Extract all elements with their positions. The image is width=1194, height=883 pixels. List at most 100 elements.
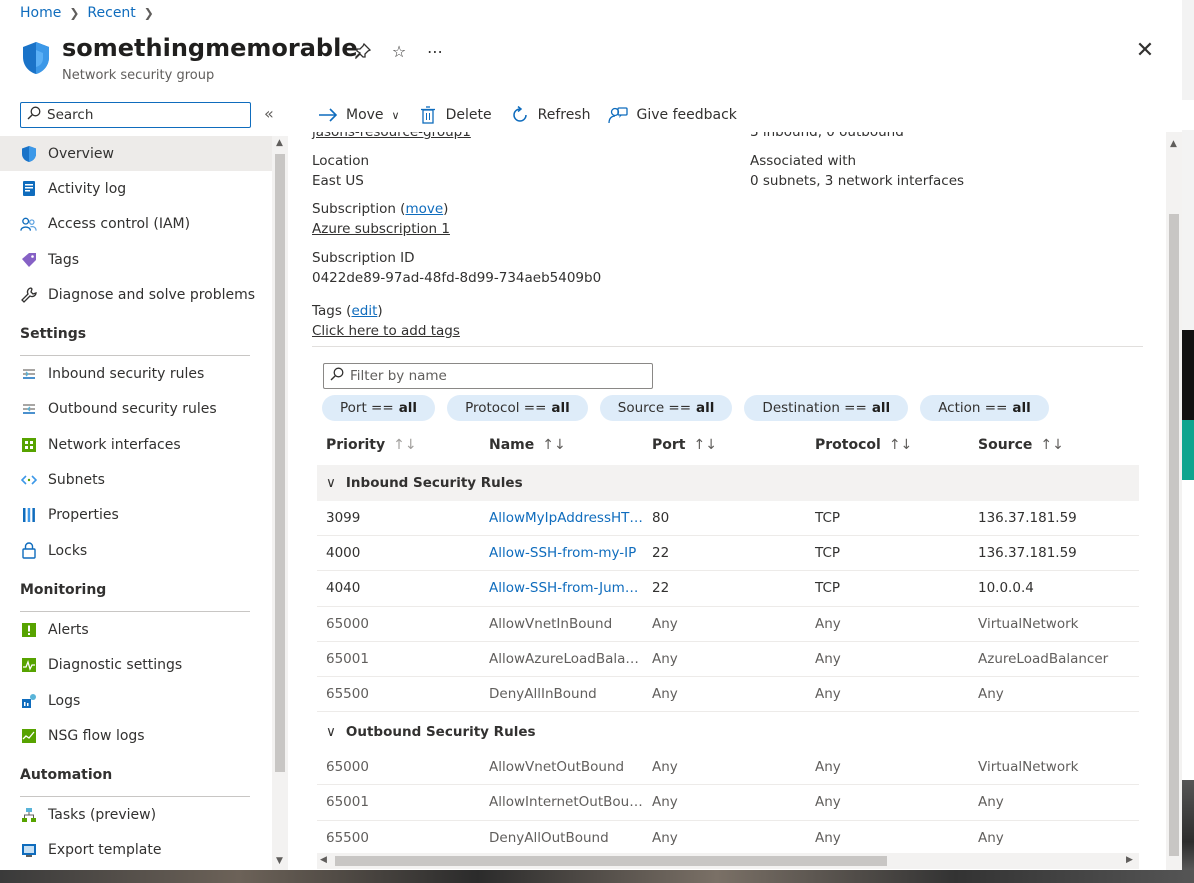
sort-icon[interactable]: ↑↓ <box>393 437 416 453</box>
filter-pill-destination[interactable]: Destination == all <box>744 395 909 421</box>
cell-port: Any <box>652 794 678 811</box>
nav-search-input[interactable] <box>47 107 237 123</box>
security-rules-value: 3 inbound, 0 outbound <box>750 132 904 140</box>
security-rules-grid: Priority ↑↓ Name ↑↓ Port ↑↓ Protocol ↑↓ Source ↑↓… <box>317 427 1139 856</box>
content-vertical-scrollbar[interactable]: ▲ <box>1166 132 1182 870</box>
add-tags-link[interactable]: Click here to add tags <box>312 323 460 339</box>
sidebar-item-diagnostic-settings[interactable]: Diagnostic settings <box>0 648 272 683</box>
close-icon[interactable]: ✕ <box>1134 40 1156 62</box>
grid-horizontal-scrollbar[interactable]: ◀ ▶ <box>317 853 1139 869</box>
sidebar-item-alerts[interactable]: Alerts <box>0 612 272 647</box>
sort-icon[interactable]: ↑↓ <box>693 437 716 453</box>
column-header-label: Name <box>489 437 535 453</box>
nav-scrollbar[interactable]: ▲ ▼ <box>272 136 288 870</box>
sidebar-item-tasks-preview[interactable]: Tasks (preview) <box>0 797 272 832</box>
properties-icon <box>20 507 37 524</box>
tag-icon <box>20 251 37 268</box>
filter-box[interactable] <box>323 363 653 389</box>
cell-name: DenyAllInBound <box>489 686 597 703</box>
tags-edit-link[interactable]: edit <box>351 303 377 319</box>
sidebar-item-export-template[interactable]: Export template <box>0 833 272 868</box>
associated-with-value: 0 subnets, 3 network interfaces <box>750 173 965 189</box>
nav-scroll-thumb[interactable] <box>275 154 285 772</box>
cell-port: Any <box>652 615 678 632</box>
sidebar-item-logs[interactable]: Logs <box>0 683 272 718</box>
filter-pill-port[interactable]: Port == all <box>322 395 436 421</box>
tasks-icon <box>20 807 37 824</box>
resource-group-link[interactable]: jasons-resource-group1 <box>312 132 471 140</box>
table-row: 3099 AllowMyIpAddressHT… 80 TCP 136.37.181.5… <box>317 501 1139 537</box>
rule-name-link[interactable]: Allow-SSH-from-Jump… <box>480 580 643 596</box>
sort-icon[interactable]: ↑↓ <box>542 437 565 453</box>
column-header-priority[interactable]: Priority ↑↓ <box>317 437 480 453</box>
sidebar-item-label: Export template <box>48 842 162 859</box>
pin-icon[interactable] <box>352 40 374 62</box>
subscription-link[interactable]: Azure subscription 1 <box>312 221 450 237</box>
table-row: 65001 AllowInternetOutBound Any Any Any <box>317 785 1139 821</box>
scroll-right-icon[interactable]: ▶ <box>1126 855 1133 865</box>
cell-port: Any <box>652 759 678 776</box>
sidebar-item-network-interfaces[interactable]: Network interfaces <box>0 427 272 462</box>
collapse-nav-icon[interactable]: « <box>264 104 274 123</box>
column-header-source[interactable]: Source ↑↓ <box>969 437 1139 453</box>
cell-priority: 65500 <box>326 829 369 846</box>
inbound-group-header[interactable]: ∨ Inbound Security Rules <box>317 465 1139 501</box>
sidebar-item-activity-log[interactable]: Activity log <box>0 171 272 206</box>
move-button[interactable]: Move ∨ <box>318 105 400 125</box>
star-icon[interactable]: ☆ <box>388 40 410 62</box>
sidebar-item-locks[interactable]: Locks <box>0 533 272 568</box>
sidebar-item-label: Overview <box>48 145 114 162</box>
column-header-port[interactable]: Port ↑↓ <box>643 437 806 453</box>
sidebar-item-label: Tags <box>48 251 79 268</box>
cell-priority: 65000 <box>326 615 369 632</box>
grid-hscroll-thumb[interactable] <box>335 856 887 866</box>
delete-button[interactable]: Delete <box>418 105 492 125</box>
scroll-up-icon[interactable]: ▲ <box>276 138 283 148</box>
filter-pill-action[interactable]: Action == all <box>920 395 1049 421</box>
breadcrumb-home[interactable]: Home <box>20 5 61 21</box>
location-value: East US <box>312 173 364 189</box>
give-feedback-label: Give feedback <box>636 107 737 123</box>
filter-pill-source[interactable]: Source == all <box>599 395 733 421</box>
sidebar-item-access-control-iam[interactable]: Access control (IAM) <box>0 207 272 242</box>
cell-protocol: TCP <box>815 510 841 527</box>
rule-name-link[interactable]: AllowMyIpAddressHT… <box>480 510 643 526</box>
sidebar-item-subnets[interactable]: Subnets <box>0 462 272 497</box>
page-subtitle: Network security group <box>62 68 215 83</box>
column-header-name[interactable]: Name ↑↓ <box>480 437 643 453</box>
outbound-rows: 65000 AllowVnetOutBound Any Any VirtualNetwo… <box>317 750 1139 856</box>
filter-pill-protocol[interactable]: Protocol == all <box>447 395 588 421</box>
content-vscroll-thumb[interactable] <box>1169 214 1179 856</box>
give-feedback-button[interactable]: Give feedback <box>608 105 737 125</box>
sidebar-item-diagnose-and-solve-problems[interactable]: Diagnose and solve problems <box>0 277 272 312</box>
chevron-right-icon: ❯ <box>69 6 80 20</box>
sort-icon[interactable]: ↑↓ <box>889 437 912 453</box>
sidebar-item-overview[interactable]: Overview <box>0 136 272 172</box>
outbound-group-header[interactable]: ∨ Outbound Security Rules <box>317 714 1139 751</box>
filter-pill-label: Destination == <box>762 400 867 416</box>
sidebar-item-label: Tasks (preview) <box>48 807 157 824</box>
scroll-down-icon[interactable]: ▼ <box>276 856 283 866</box>
filter-by-name-input[interactable] <box>350 368 640 384</box>
essentials-divider <box>312 346 1143 347</box>
more-options-icon[interactable]: ⋯ <box>424 40 446 62</box>
breadcrumb-recent[interactable]: Recent <box>87 5 135 21</box>
nav-search-box[interactable] <box>20 102 251 128</box>
cell-source: Any <box>978 829 1004 846</box>
cell-priority: 65500 <box>326 686 369 703</box>
scroll-left-icon[interactable]: ◀ <box>320 855 327 865</box>
sidebar-item-inbound-security-rules[interactable]: Inbound security rules <box>0 356 272 391</box>
sidebar-item-nsg-flow-logs[interactable]: NSG flow logs <box>0 718 272 753</box>
sidebar-item-tags[interactable]: Tags <box>0 242 272 277</box>
sort-icon[interactable]: ↑↓ <box>1040 437 1063 453</box>
cell-source: Any <box>978 686 1004 703</box>
subscription-move-link[interactable]: move <box>405 201 443 217</box>
column-header-protocol[interactable]: Protocol ↑↓ <box>806 437 969 453</box>
cell-port: Any <box>652 650 678 667</box>
rule-name-link[interactable]: Allow-SSH-from-my-IP <box>480 545 643 561</box>
desktop-background-bottom <box>0 870 1194 883</box>
sidebar-item-outbound-security-rules[interactable]: Outbound security rules <box>0 392 272 427</box>
sidebar-item-properties[interactable]: Properties <box>0 498 272 533</box>
refresh-button[interactable]: Refresh <box>510 105 590 125</box>
scroll-up-icon[interactable]: ▲ <box>1170 139 1177 149</box>
